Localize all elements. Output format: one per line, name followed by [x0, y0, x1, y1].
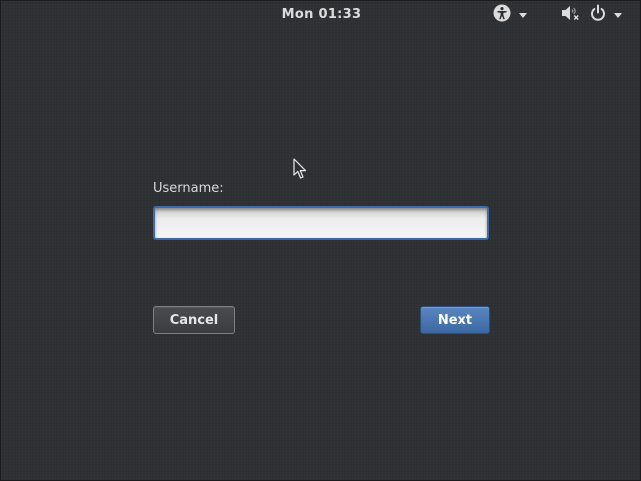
- cancel-button[interactable]: Cancel: [153, 306, 235, 334]
- power-icon: [590, 4, 606, 26]
- login-screen: Mon 01:33 Username: Cancel Next: [0, 0, 641, 481]
- accessibility-icon: [493, 4, 511, 26]
- volume-muted-icon: [561, 4, 581, 26]
- chevron-down-icon: [519, 12, 527, 18]
- username-field[interactable]: [153, 206, 489, 240]
- mouse-pointer-icon: [293, 158, 307, 184]
- system-menu[interactable]: [561, 4, 622, 26]
- accessibility-menu[interactable]: [493, 4, 527, 26]
- next-button[interactable]: Next: [420, 306, 490, 334]
- login-prompt: Username: Cancel Next: [153, 181, 490, 334]
- username-label: Username:: [153, 181, 224, 196]
- chevron-down-icon: [614, 12, 622, 18]
- clock[interactable]: Mon 01:33: [1, 7, 641, 22]
- top-bar: Mon 01:33: [1, 1, 641, 29]
